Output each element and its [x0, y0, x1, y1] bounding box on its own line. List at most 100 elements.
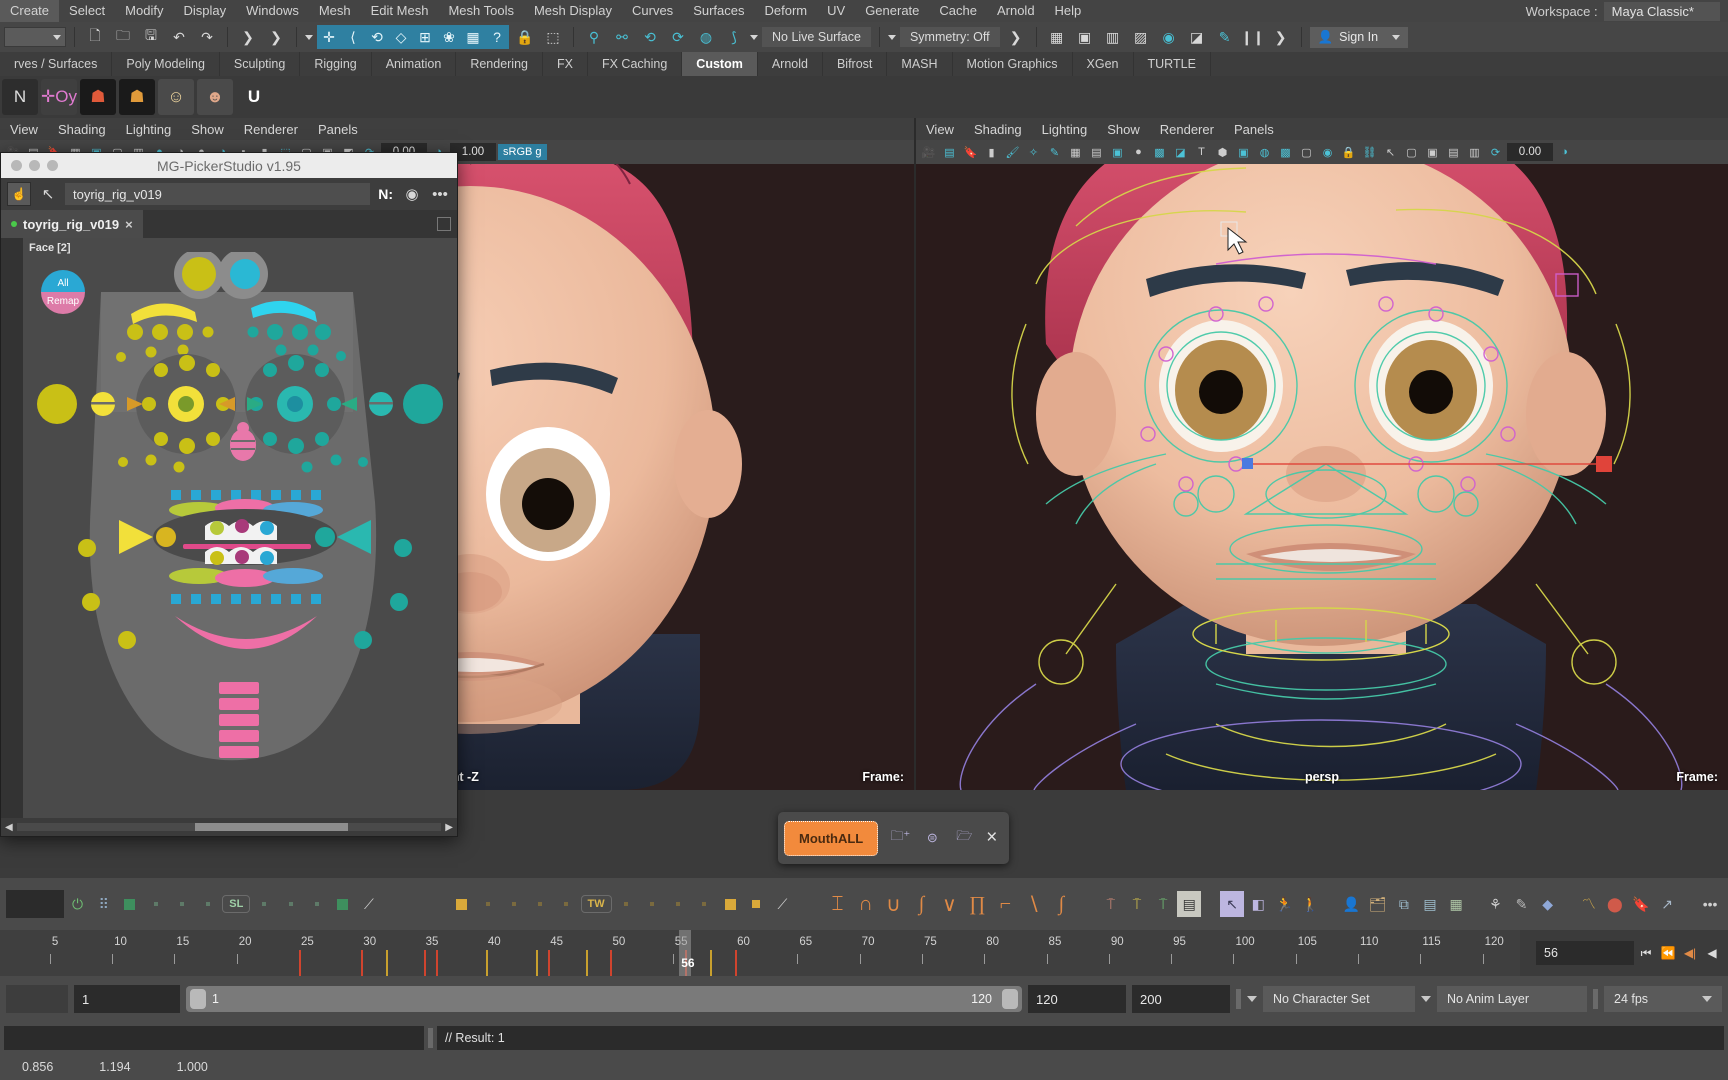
menu-select[interactable]: Select: [59, 0, 115, 22]
shelf-tab-mash[interactable]: MASH: [887, 52, 953, 76]
key-dot-1[interactable]: [144, 891, 168, 917]
link-icon[interactable]: ⛓: [1360, 143, 1379, 162]
chevron-down-icon[interactable]: [1247, 996, 1257, 1002]
menu-arnold[interactable]: Arnold: [987, 0, 1045, 22]
text-icon[interactable]: T: [1192, 143, 1211, 162]
workspace-value[interactable]: Maya Classic*: [1603, 1, 1720, 21]
anim-start-field[interactable]: 1: [74, 985, 180, 1013]
shelf-icon-plus-oy[interactable]: ✛Oy: [41, 79, 77, 115]
picker-record-icon[interactable]: ◉: [401, 183, 423, 205]
chevron-down-icon[interactable]: [1702, 996, 1712, 1002]
arrow-icon[interactable]: ↖: [1381, 143, 1400, 162]
menu-windows[interactable]: Windows: [236, 0, 309, 22]
chevron-down-icon[interactable]: [1392, 34, 1401, 40]
ghost-icon[interactable]: 👤: [1340, 891, 1364, 917]
frame-a-icon[interactable]: ▢: [1402, 143, 1421, 162]
menu-create[interactable]: Create: [0, 0, 60, 22]
film-icon[interactable]: ▤: [1087, 143, 1106, 162]
menu-uv[interactable]: UV: [817, 0, 855, 22]
time-slider[interactable]: 5101520253035404550556065707580859095100…: [0, 930, 1728, 976]
command-grip[interactable]: [428, 1028, 433, 1048]
node-editor-icon[interactable]: ⟲: [638, 25, 662, 49]
key-dot-3[interactable]: [196, 891, 220, 917]
menu-generate[interactable]: Generate: [855, 0, 929, 22]
key-marker-yellow-3[interactable]: [744, 891, 768, 917]
vp-left-menu-show[interactable]: Show: [181, 122, 234, 137]
tangent-clamped-icon[interactable]: ∩: [852, 893, 878, 916]
grid-toggle-icon[interactable]: ▮: [982, 143, 1001, 162]
texture-toggle-icon[interactable]: ▩: [1150, 143, 1169, 162]
folder-icon[interactable]: 🗂: [1366, 891, 1390, 917]
keyframe-tick-red[interactable]: [299, 950, 302, 976]
tangent-flat-icon[interactable]: ∫: [908, 893, 934, 916]
mirror-tool-icon[interactable]: ◧: [1246, 891, 1270, 917]
menu-mesh-display[interactable]: Mesh Display: [524, 0, 622, 22]
range-start-knob[interactable]: [190, 989, 206, 1009]
graph-editor-icon[interactable]: ⧉: [1392, 891, 1416, 917]
picker-tab-toyrig[interactable]: toyrig_rig_v019 ×: [1, 210, 143, 238]
shaded-icon[interactable]: ▣: [1108, 143, 1127, 162]
shelf-tab-fx[interactable]: FX: [543, 52, 588, 76]
shelf-tab-xgen[interactable]: XGen: [1073, 52, 1134, 76]
fps-combo[interactable]: 24 fps: [1604, 986, 1722, 1012]
hypershade-icon[interactable]: ⟳: [666, 25, 690, 49]
collapse-icon[interactable]: ❯: [1004, 25, 1028, 49]
keyframe-tick-yellow[interactable]: [535, 950, 538, 976]
menu-help[interactable]: Help: [1045, 0, 1092, 22]
vp-right-menu-show[interactable]: Show: [1097, 122, 1150, 137]
shelf-icon-troll-head[interactable]: ☻: [197, 79, 233, 115]
step-back-frame-icon[interactable]: ◀|: [1680, 941, 1700, 965]
shelf-tab-turtle[interactable]: TURTLE: [1134, 52, 1211, 76]
chevron-down-icon[interactable]: [887, 34, 896, 40]
vp-left-menu-shading[interactable]: Shading: [48, 122, 116, 137]
iso-icon[interactable]: ◉: [1318, 143, 1337, 162]
add-folder-icon[interactable]: 🗀⁺: [890, 828, 910, 848]
key-translate-icon[interactable]: ⍑: [1099, 891, 1123, 917]
mb-icon[interactable]: ▢: [1297, 143, 1316, 162]
key-marker-green-2[interactable]: [331, 891, 355, 917]
key-ramp-icon[interactable]: ⟋: [357, 891, 381, 917]
snap-curve-icon[interactable]: ⟨: [341, 25, 365, 49]
picker-horizontal-scrollbar[interactable]: ◀ ▶: [1, 818, 457, 836]
menu-edit-mesh[interactable]: Edit Mesh: [361, 0, 439, 22]
walk-cycle-icon[interactable]: 🚶: [1298, 891, 1322, 917]
time-ruler[interactable]: 5101520253035404550556065707580859095100…: [0, 930, 1520, 976]
pose-lib-icon[interactable]: ⚘: [1483, 891, 1507, 917]
collapse-right-icon[interactable]: ❯: [264, 25, 288, 49]
step-back-key-icon[interactable]: ⏪: [1658, 941, 1678, 965]
grip-handle[interactable]: [1236, 989, 1241, 1009]
menu-mesh-tools[interactable]: Mesh Tools: [438, 0, 524, 22]
save-scene-icon[interactable]: 🖫: [139, 25, 163, 49]
dope-sheet-icon[interactable]: ▤: [1418, 891, 1442, 917]
selection-mode-dropdown[interactable]: [4, 27, 66, 47]
viewport-persp[interactable]: View Shading Lighting Show Renderer Pane…: [916, 118, 1728, 790]
cube-icon[interactable]: ⬢: [1213, 143, 1232, 162]
hud-icon[interactable]: ▣: [1234, 143, 1253, 162]
two-pane-icon[interactable]: ▤: [940, 143, 959, 162]
mouth-all-popup[interactable]: MouthALL 🗀⁺ ⊜ 🗁 ×: [778, 812, 1010, 864]
frame-c-icon[interactable]: ▤: [1444, 143, 1463, 162]
lights-icon[interactable]: ◪: [1171, 143, 1190, 162]
menu-curves[interactable]: Curves: [622, 0, 683, 22]
scrollbar-thumb[interactable]: [195, 823, 348, 831]
camera-icon[interactable]: 🎥: [919, 143, 938, 162]
symmetry-field[interactable]: Symmetry: Off: [899, 27, 1000, 47]
shelf-tab-curves-surfaces[interactable]: rves / Surfaces: [0, 52, 113, 76]
snap-point-icon[interactable]: ⟲: [365, 25, 389, 49]
key-marker-yellow-2[interactable]: [718, 891, 742, 917]
keyframe-tick-yellow[interactable]: [710, 950, 713, 976]
frame-d-icon[interactable]: ▥: [1465, 143, 1484, 162]
current-frame-field[interactable]: 56: [1536, 941, 1634, 965]
picker-select-tool-icon[interactable]: ↖: [37, 183, 59, 205]
flat-icon[interactable]: ●: [1129, 143, 1148, 162]
keyframe-tick-red[interactable]: [610, 950, 613, 976]
keyframe-tick-yellow[interactable]: [585, 950, 588, 976]
snap-uv-icon[interactable]: ❀: [437, 25, 461, 49]
shelf-tab-motion-graphics[interactable]: Motion Graphics: [953, 52, 1073, 76]
key-dot-9[interactable]: [528, 891, 552, 917]
tangent-auto-icon[interactable]: ⌐: [992, 893, 1018, 916]
ipr-render-icon[interactable]: ▥: [1101, 25, 1125, 49]
vp-right-menu-renderer[interactable]: Renderer: [1150, 122, 1224, 137]
lock-cam-icon[interactable]: 🔒: [1339, 143, 1358, 162]
vp-right-menu-panels[interactable]: Panels: [1224, 122, 1284, 137]
